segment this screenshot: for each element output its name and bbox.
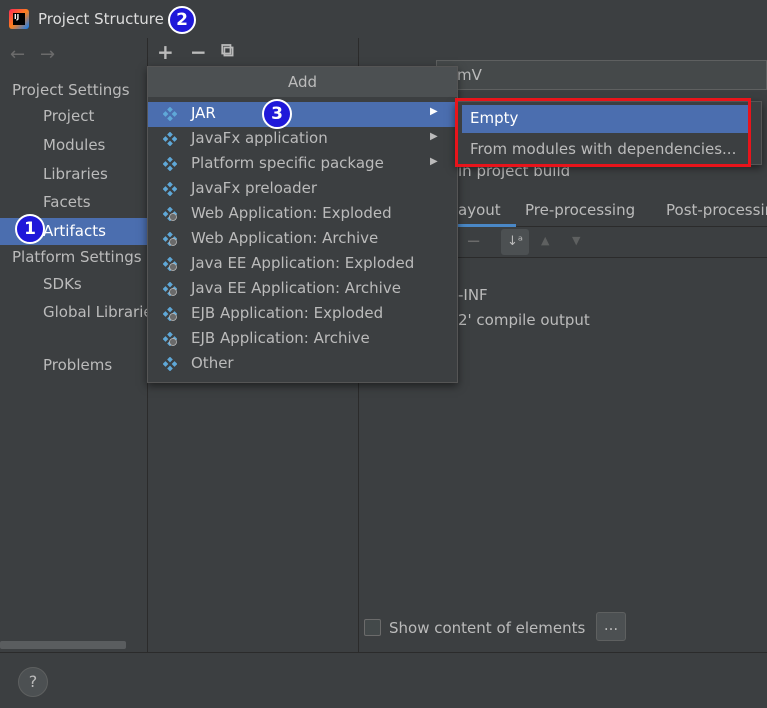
submenu-arrow-icon: ▶	[430, 156, 438, 167]
sidebar-item-libraries[interactable]: Libraries	[43, 165, 108, 183]
diamond-icon	[163, 107, 177, 121]
annotation-badge-1: 1	[15, 214, 45, 244]
diamond-icon	[163, 357, 177, 371]
sidebar-item-modules[interactable]: Modules	[43, 136, 105, 154]
menu-item-label: EJB Application: Archive	[191, 329, 370, 347]
intellij-app-icon: IJ	[9, 9, 29, 29]
add-icon[interactable]: +	[157, 40, 174, 64]
ee-diamond-icon	[163, 257, 177, 271]
more-options-button[interactable]: ...	[596, 612, 626, 641]
diamond-icon	[163, 157, 177, 171]
menu-item-jar[interactable]: JAR ▶	[148, 102, 457, 127]
app-icon-text: IJ	[13, 13, 25, 25]
project-settings-title: Project Settings	[12, 81, 130, 99]
menu-item-platform-specific-package[interactable]: Platform specific package ▶	[148, 152, 457, 177]
move-up-icon[interactable]: ▲	[541, 234, 549, 247]
back-arrow-icon[interactable]: ←	[10, 44, 25, 65]
ee-diamond-icon	[163, 282, 177, 296]
menu-item-javafx-preloader[interactable]: JavaFx preloader	[148, 177, 457, 202]
diamond-icon	[163, 132, 177, 146]
menu-item-web-application-exploded[interactable]: Web Application: Exploded	[148, 202, 457, 227]
annotation-badge-2: 2	[168, 6, 196, 34]
copy-icon[interactable]: ⧉	[221, 40, 234, 61]
window-title: Project Structure	[38, 10, 164, 28]
sidebar-item-facets[interactable]: Facets	[43, 193, 91, 211]
menu-item-java-ee-application-archive[interactable]: Java EE Application: Archive	[148, 277, 457, 302]
menu-item-other[interactable]: Other	[148, 352, 457, 377]
sidebar-scrollbar[interactable]	[0, 641, 126, 649]
remove-element-icon[interactable]: −	[466, 231, 481, 252]
dialog-bottom-bar	[0, 652, 767, 708]
move-down-icon[interactable]: ▼	[572, 234, 580, 247]
menu-item-label: Java EE Application: Archive	[191, 279, 401, 297]
ejb-diamond-icon	[163, 307, 177, 321]
menu-item-label: Other	[191, 354, 234, 372]
sidebar	[0, 38, 148, 652]
menu-item-label: Web Application: Exploded	[191, 204, 392, 222]
toolbar-divider	[436, 257, 767, 258]
sidebar-item-project[interactable]: Project	[43, 107, 94, 125]
add-menu-title: Add	[148, 67, 457, 97]
web-diamond-icon	[163, 207, 177, 221]
forward-arrow-icon[interactable]: →	[40, 44, 55, 65]
menu-item-label: JavaFx application	[191, 129, 328, 147]
menu-item-label: JavaFx preloader	[191, 179, 317, 197]
sort-az-icon[interactable]: ↓ᵃ	[501, 229, 529, 255]
platform-settings-title: Platform Settings	[12, 248, 142, 266]
sidebar-item-artifacts-label: Artifacts	[43, 222, 106, 240]
sidebar-item-global-libraries[interactable]: Global Librarie	[43, 303, 153, 321]
menu-item-ejb-application-archive[interactable]: EJB Application: Archive	[148, 327, 457, 352]
artifact-name-field[interactable]: mV	[436, 60, 767, 90]
menu-item-label: Java EE Application: Exploded	[191, 254, 415, 272]
ejb-diamond-icon	[163, 332, 177, 346]
help-button[interactable]: ?	[18, 667, 48, 697]
remove-icon[interactable]: −	[190, 40, 207, 64]
sidebar-item-problems[interactable]: Problems	[43, 356, 112, 374]
sidebar-item-sdks[interactable]: SDKs	[43, 275, 82, 293]
show-content-label: Show content of elements	[389, 619, 586, 637]
submenu-arrow-icon: ▶	[430, 131, 438, 142]
menu-item-web-application-archive[interactable]: Web Application: Archive	[148, 227, 457, 252]
menu-item-ejb-application-exploded[interactable]: EJB Application: Exploded	[148, 302, 457, 327]
tree-item-compile-output[interactable]: 2' compile output	[458, 311, 590, 329]
annotation-badge-3: 3	[262, 99, 292, 129]
menu-item-label: Platform specific package	[191, 154, 384, 172]
tree-item-meta-inf[interactable]: -INF	[458, 286, 488, 304]
show-content-checkbox[interactable]	[364, 619, 381, 636]
artifact-name-value: mV	[457, 66, 482, 84]
menu-item-javafx-application[interactable]: JavaFx application ▶	[148, 127, 457, 152]
submenu-arrow-icon: ▶	[430, 106, 438, 117]
tab-output-layout[interactable]: ayout	[458, 201, 501, 219]
web-diamond-icon	[163, 232, 177, 246]
menu-item-label: EJB Application: Exploded	[191, 304, 384, 322]
menu-item-label: Web Application: Archive	[191, 229, 379, 247]
tab-post-processing[interactable]: Post-processin	[666, 201, 767, 219]
menu-item-label: JAR	[191, 104, 216, 122]
tab-pre-processing[interactable]: Pre-processing	[525, 201, 635, 219]
highlight-box	[455, 98, 751, 167]
diamond-icon	[163, 182, 177, 196]
menu-item-java-ee-application-exploded[interactable]: Java EE Application: Exploded	[148, 252, 457, 277]
